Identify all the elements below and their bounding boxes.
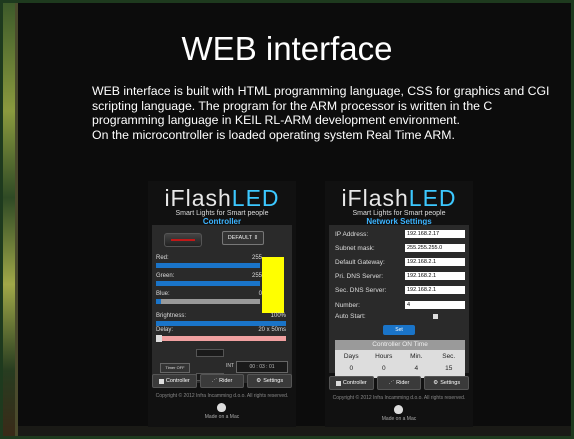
logo-accent: LED [408,185,457,211]
blue-value: 0 [258,291,262,297]
updown-icon: ⇕ [253,235,259,241]
gear-icon: ⚙ [256,378,262,384]
field-label: Sec. DNS Server: [335,287,387,294]
col-min: Min. [410,353,423,360]
delay-slider[interactable] [156,335,286,342]
field-label: Pri. DNS Server: [335,273,384,280]
list-icon [158,378,164,384]
nav-label: Controller [165,378,190,384]
rider-icon: ⋰ [388,380,395,386]
green-value: 255 [251,273,262,279]
network-panel: IP Address: 192.168.2.17 Subnet mask: 25… [329,225,469,378]
int-field[interactable]: 00 : 03 : 01 [236,361,288,373]
red-slider[interactable] [156,263,260,268]
autostart-checkbox[interactable] [433,314,438,319]
power-toggle[interactable] [164,233,202,247]
val-min: 4 [414,365,419,372]
number-stepper[interactable]: 4 [405,301,465,309]
green-slider[interactable] [156,281,260,286]
int-label: INT [226,363,235,369]
subnet-mask-input[interactable]: 255.255.255.0 [405,244,465,252]
green-label: Green: [156,273,175,279]
blue-label: Blue: [156,291,170,297]
on-time-values: 0 0 4 15 [335,365,465,372]
nav-label: Settings [263,378,284,384]
field-label: IP Address: [335,231,369,238]
nav-rider-button[interactable]: ⋰ Rider [199,374,245,388]
nav-label: Rider [396,380,410,386]
apple-icon [394,405,403,414]
made-on-mac: Made on a Mac [381,416,417,422]
logo-main: iFlash [341,185,409,211]
made-on-mac: Made on a Mac [204,414,240,420]
bottom-strip [18,426,571,436]
brightness-label: Brightness: [156,313,187,319]
nav-settings-button[interactable]: ⚙ Settings [247,374,293,388]
controller-panel: DEFAULT ⇕ Red: 255 Green: 255 Blue: 0 Br… [152,225,292,383]
rider-icon: ⋰ [211,378,218,384]
nav-label: Rider [219,378,233,384]
copyright: Copyright © 2012 Infra Incamming d.o.o. … [155,393,289,399]
red-value: 255 [251,255,262,261]
val-hours: 0 [381,365,386,372]
timer-field-top[interactable] [196,349,224,357]
val-sec: 15 [445,365,453,372]
col-sec: Sec. [442,353,456,360]
brightness-slider[interactable] [156,321,286,326]
slide-title: WEB interface [181,30,393,67]
sec-dns-input[interactable]: 192.168.2.1 [405,286,465,294]
ip-address-input[interactable]: 192.168.2.17 [405,230,465,238]
gateway-input[interactable]: 192.168.2.1 [405,258,465,266]
nav-controller-button[interactable]: Controller [329,376,374,390]
logo-accent: LED [231,185,280,211]
color-swatch [262,257,284,313]
nav-settings-button[interactable]: ⚙ Settings [424,376,470,390]
red-label: Red: [156,255,169,261]
slide-paragraph: WEB interface is built with HTML program… [92,84,562,142]
field-label: Subnet mask: [335,245,375,252]
preset-select[interactable]: DEFAULT ⇕ [222,231,264,245]
field-label: Number: [335,302,360,309]
logo-main: iFlash [164,185,232,211]
paragraph-1: WEB interface is built with HTML program… [92,84,550,128]
on-time-headers: Days Hours Min. Sec. [335,353,465,360]
set-button[interactable]: Set [383,325,415,335]
network-screenshot: iFlashLED Smart Lights for Smart people … [325,181,473,427]
col-hours: Hours [375,353,393,360]
paragraph-2: On the microcontroller is loaded operati… [92,127,455,142]
nav-bar: Controller ⋰ Rider ⚙ Settings [329,376,470,390]
nav-rider-button[interactable]: ⋰ Rider [376,376,422,390]
brightness-value: 100% [270,313,286,319]
col-days: Days [343,353,359,360]
autostart-label: Auto Start: [335,313,366,320]
apple-icon [217,403,226,412]
on-time-table: Controller ON Time Days Hours Min. Sec. … [335,340,465,378]
field-label: Default Gateway: [335,259,385,266]
list-icon [335,380,341,386]
controller-screenshot: iFlashLED Smart Lights for Smart people … [148,181,296,427]
nav-label: Settings [440,380,461,386]
logo: iFlashLED [148,185,296,212]
on-time-title: Controller ON Time [335,340,465,350]
timer-button[interactable]: Timer OFF [160,363,190,373]
delay-label: Delay: [156,327,174,333]
logo: iFlashLED [325,185,473,212]
nav-label: Controller [342,380,367,386]
nav-bar: Controller ⋰ Rider ⚙ Settings [152,374,293,388]
preset-value: DEFAULT [227,235,253,241]
delay-value: 20 x 50ms [258,327,286,333]
val-days: 0 [349,365,354,372]
copyright: Copyright © 2012 Infra Incamming d.o.o. … [332,395,466,401]
gear-icon: ⚙ [433,380,439,386]
nav-controller-button[interactable]: Controller [152,374,197,388]
pri-dns-input[interactable]: 192.168.2.1 [405,272,465,280]
blue-slider[interactable] [156,299,260,304]
